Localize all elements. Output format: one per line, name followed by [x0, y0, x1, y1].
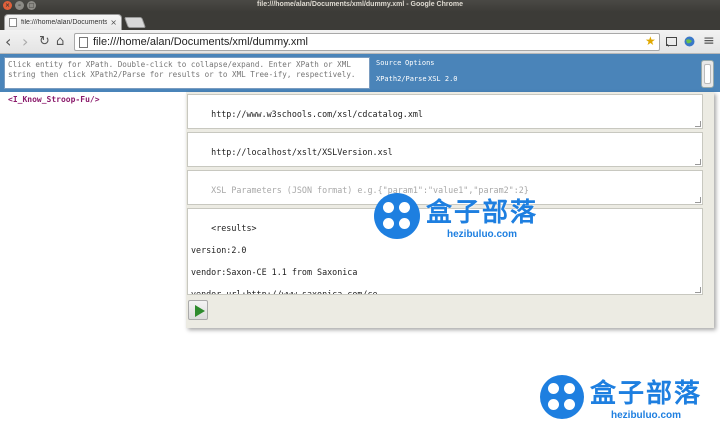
reload-icon[interactable]: ↻ [39, 34, 50, 50]
tab-title: file:///home/alan/Documents [21, 19, 108, 26]
watermark-center: 盒子部落 hezibuluo.com [374, 192, 538, 240]
address-bar[interactable]: file:///home/alan/Documents/xml/dummy.xm… [74, 33, 660, 51]
watermark-logo-icon [540, 375, 584, 419]
back-arrow-icon[interactable]: ‹ [5, 34, 11, 50]
page-icon [9, 18, 17, 27]
xml-url-value: http://www.w3schools.com/xsl/cdcatalog.x… [211, 109, 423, 119]
watermark-cn-text: 盒子部落 [426, 198, 539, 228]
globe-extension-icon[interactable] [684, 36, 695, 47]
xml-url-field[interactable]: http://www.w3schools.com/xsl/cdcatalog.x… [187, 94, 703, 129]
new-tab-button[interactable] [123, 17, 147, 28]
resize-grip-icon[interactable] [695, 197, 701, 203]
xsl-url-field[interactable]: http://localhost/xslt/XSLVersion.xsl [187, 132, 703, 167]
watermark-logo-icon [374, 193, 420, 239]
resize-grip-icon[interactable] [695, 121, 701, 127]
xpath2-parse-link[interactable]: XPath2/Parse [376, 75, 427, 83]
home-icon[interactable]: ⌂ [56, 34, 64, 50]
watermark-en-text: hezibuluo.com [447, 229, 517, 240]
xml-tree-root-node[interactable]: <I_Know_Stroop-Fu/> [8, 95, 100, 104]
resize-grip-icon[interactable] [695, 287, 701, 293]
tab-strip: file:///home/alan/Documents × [0, 12, 720, 30]
watermark-en-text: hezibuluo.com [611, 410, 681, 421]
source-link[interactable]: Source [376, 59, 401, 67]
tab-close-icon[interactable]: × [110, 18, 117, 27]
app-header: Source Options XPath2/Parse XSL 2.0 [0, 54, 720, 92]
forward-arrow-icon[interactable]: › [22, 34, 28, 50]
tab-dummy-xml[interactable]: file:///home/alan/Documents × [4, 14, 122, 30]
results-text: <results> version:2.0 vendor:Saxon-CE 1.… [191, 223, 378, 295]
watermark-corner: 盒子部落 hezibuluo.com [540, 373, 702, 421]
run-transform-button[interactable] [188, 300, 208, 320]
address-url: file:///home/alan/Documents/xml/dummy.xm… [93, 36, 308, 48]
vertical-scroll-widget[interactable] [701, 60, 714, 88]
resize-grip-icon[interactable] [695, 159, 701, 165]
bookmark-star-icon[interactable]: ★ [645, 34, 656, 48]
chrome-menu-icon[interactable]: ≡ [703, 33, 715, 49]
xsl-version-link[interactable]: XSL 2.0 [428, 75, 458, 83]
cast-icon[interactable] [666, 36, 677, 47]
options-link[interactable]: Options [405, 59, 435, 67]
window-title: file:///home/alan/Documents/xml/dummy.xm… [256, 1, 464, 8]
browser-toolbar: ‹ › ↻ ⌂ file:///home/alan/Documents/xml/… [0, 30, 720, 54]
scroll-thumb[interactable] [704, 64, 711, 84]
watermark-cn-text: 盒子部落 [590, 379, 703, 409]
page-icon [79, 36, 88, 48]
window-titlebar: × – □ file:///home/alan/Documents/xml/du… [0, 0, 720, 12]
play-icon [195, 305, 205, 317]
xsl-url-value: http://localhost/xslt/XSLVersion.xsl [211, 147, 393, 157]
xpath-input[interactable] [4, 57, 370, 89]
